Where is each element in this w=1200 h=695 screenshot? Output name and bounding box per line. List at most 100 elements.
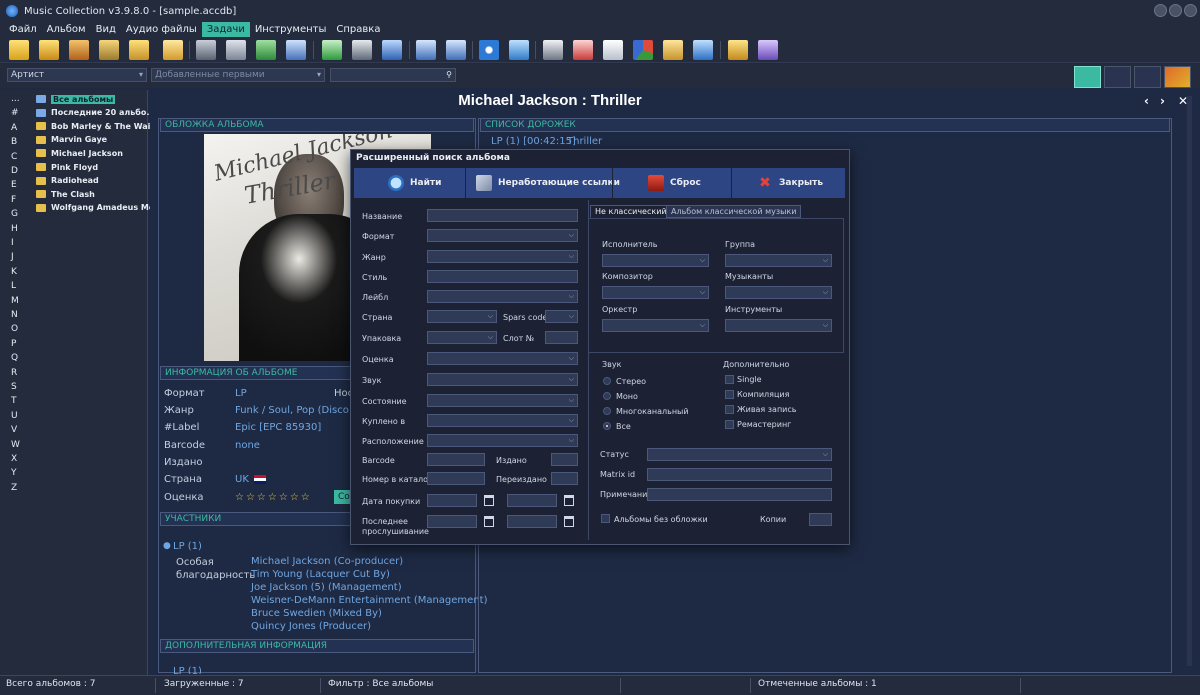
- purchase-date-to-input[interactable]: [507, 494, 574, 507]
- tree-item[interactable]: Marvin Gaye: [36, 134, 107, 146]
- letter-index-item[interactable]: #: [11, 108, 19, 118]
- view-details-button[interactable]: [1074, 66, 1101, 88]
- tree-item[interactable]: The Clash: [36, 188, 95, 200]
- catalog-input[interactable]: [427, 472, 485, 485]
- notes-icon[interactable]: [163, 40, 183, 60]
- download-icon[interactable]: [226, 40, 246, 60]
- tab-non-classical[interactable]: Не классический: [590, 205, 672, 218]
- menu-help[interactable]: Справка: [331, 22, 385, 37]
- extra-checkbox[interactable]: [725, 420, 734, 429]
- package-combo[interactable]: ⌵: [427, 331, 497, 344]
- participant-item[interactable]: Michael Jackson (Co-producer): [251, 556, 403, 567]
- condition-combo[interactable]: ⌵: [427, 394, 578, 407]
- edit-icon[interactable]: [382, 40, 402, 60]
- participant-item[interactable]: Tim Young (Lacquer Cut By): [251, 569, 390, 580]
- next-icon[interactable]: ›: [1160, 94, 1165, 108]
- letter-index-item[interactable]: V: [11, 425, 17, 435]
- letter-index-item[interactable]: ...: [11, 94, 20, 104]
- letter-index-item[interactable]: I: [11, 238, 14, 248]
- menu-tasks[interactable]: Задачи: [201, 22, 250, 37]
- sound-radio[interactable]: [603, 377, 611, 385]
- menu-audio-files[interactable]: Аудио файлы: [121, 22, 202, 37]
- issued-input[interactable]: [551, 453, 578, 466]
- letter-index-item[interactable]: A: [11, 123, 17, 133]
- tree-item[interactable]: Michael Jackson: [36, 147, 123, 159]
- performer-combo[interactable]: ⌵: [602, 254, 709, 267]
- close-window-button[interactable]: [1184, 4, 1197, 17]
- letter-index-item[interactable]: U: [11, 411, 18, 421]
- tab-classical[interactable]: Альбом классической музыки: [666, 205, 802, 218]
- letter-index-item[interactable]: F: [11, 195, 16, 205]
- menu-album[interactable]: Альбом: [42, 22, 91, 37]
- tree-item[interactable]: Bob Marley & The Wai...: [36, 120, 160, 132]
- minimize-button[interactable]: [1154, 4, 1167, 17]
- location-combo[interactable]: ⌵: [427, 434, 578, 447]
- participant-item[interactable]: Weisner-DeMann Entertainment (Management…: [251, 595, 488, 606]
- track-album[interactable]: Thriller: [567, 136, 602, 147]
- name-input[interactable]: [427, 209, 578, 222]
- letter-index-item[interactable]: T: [11, 396, 17, 406]
- scrollbar[interactable]: [1187, 96, 1192, 666]
- extra-checkbox[interactable]: [725, 375, 734, 384]
- menu-view[interactable]: Вид: [91, 22, 121, 37]
- search-icon[interactable]: ⚲: [446, 69, 452, 81]
- track-disc[interactable]: LP (1) [00:42:15]: [491, 136, 576, 147]
- status-combo[interactable]: ⌵: [647, 448, 832, 461]
- slot-input[interactable]: [545, 331, 578, 344]
- letter-index-item[interactable]: Y: [11, 468, 17, 478]
- barcode-input[interactable]: [427, 453, 485, 466]
- no-cover-checkbox[interactable]: [601, 514, 610, 523]
- text-export-icon[interactable]: [196, 40, 216, 60]
- web-search-icon[interactable]: [256, 40, 276, 60]
- tree-item[interactable]: Все альбомы: [36, 93, 116, 105]
- zoom-image-icon[interactable]: [416, 40, 436, 60]
- label-combo[interactable]: ⌵: [427, 290, 578, 303]
- letter-index-item[interactable]: W: [11, 440, 20, 450]
- orchestra-combo[interactable]: ⌵: [602, 319, 709, 332]
- letter-index-item[interactable]: Q: [11, 353, 18, 363]
- menu-tools[interactable]: Инструменты: [250, 22, 332, 37]
- calendar-icon[interactable]: [484, 495, 494, 506]
- user-icon[interactable]: [693, 40, 713, 60]
- purchase-date-from-input[interactable]: [427, 494, 494, 507]
- letter-index-item[interactable]: Z: [11, 483, 17, 493]
- spars-code-combo[interactable]: ⌵: [545, 310, 578, 323]
- composer-combo[interactable]: ⌵: [602, 286, 709, 299]
- copy-album-icon[interactable]: [99, 40, 119, 60]
- search-album-icon[interactable]: [129, 40, 149, 60]
- letter-index-item[interactable]: N: [11, 310, 18, 320]
- maximize-button[interactable]: [1169, 4, 1182, 17]
- menu-file[interactable]: Файл: [4, 22, 42, 37]
- close-dialog-button[interactable]: ✖ Закрыть: [757, 168, 823, 198]
- calendar-icon[interactable]: [564, 495, 574, 506]
- participant-item[interactable]: Quincy Jones (Producer): [251, 621, 371, 632]
- letter-index-item[interactable]: X: [11, 454, 17, 464]
- edit-album-icon[interactable]: [69, 40, 89, 60]
- calendar-icon[interactable]: [564, 516, 574, 527]
- letter-index-item[interactable]: O: [11, 324, 18, 334]
- plugin-icon[interactable]: [728, 40, 748, 60]
- pie-chart-icon[interactable]: [633, 40, 653, 60]
- genre-combo[interactable]: ⌵: [427, 250, 578, 263]
- letter-index-item[interactable]: L: [11, 281, 16, 291]
- bought-combo[interactable]: ⌵: [427, 414, 578, 427]
- view-grid-button[interactable]: [1134, 66, 1161, 88]
- letter-index-item[interactable]: R: [11, 368, 17, 378]
- country-combo[interactable]: ⌵: [427, 310, 497, 323]
- participant-item[interactable]: Bruce Swedien (Mixed By): [251, 608, 382, 619]
- broken-links-button[interactable]: Неработающие ссылки: [476, 168, 620, 198]
- previous-icon[interactable]: ‹: [1144, 94, 1149, 108]
- tree-item[interactable]: Pink Floyd: [36, 161, 98, 173]
- calendar-icon[interactable]: [484, 516, 494, 527]
- letter-index-item[interactable]: E: [11, 180, 17, 190]
- sound-radio[interactable]: [603, 392, 611, 400]
- sound-radio[interactable]: [603, 422, 611, 430]
- copies-input[interactable]: [809, 513, 832, 526]
- musicians-combo[interactable]: ⌵: [725, 286, 832, 299]
- play-icon[interactable]: [479, 40, 499, 60]
- group-combo[interactable]: ⌵: [725, 254, 832, 267]
- style-input[interactable]: [427, 270, 578, 283]
- print-icon[interactable]: [543, 40, 563, 60]
- archive-icon[interactable]: [663, 40, 683, 60]
- view-covers-button[interactable]: [1164, 66, 1191, 88]
